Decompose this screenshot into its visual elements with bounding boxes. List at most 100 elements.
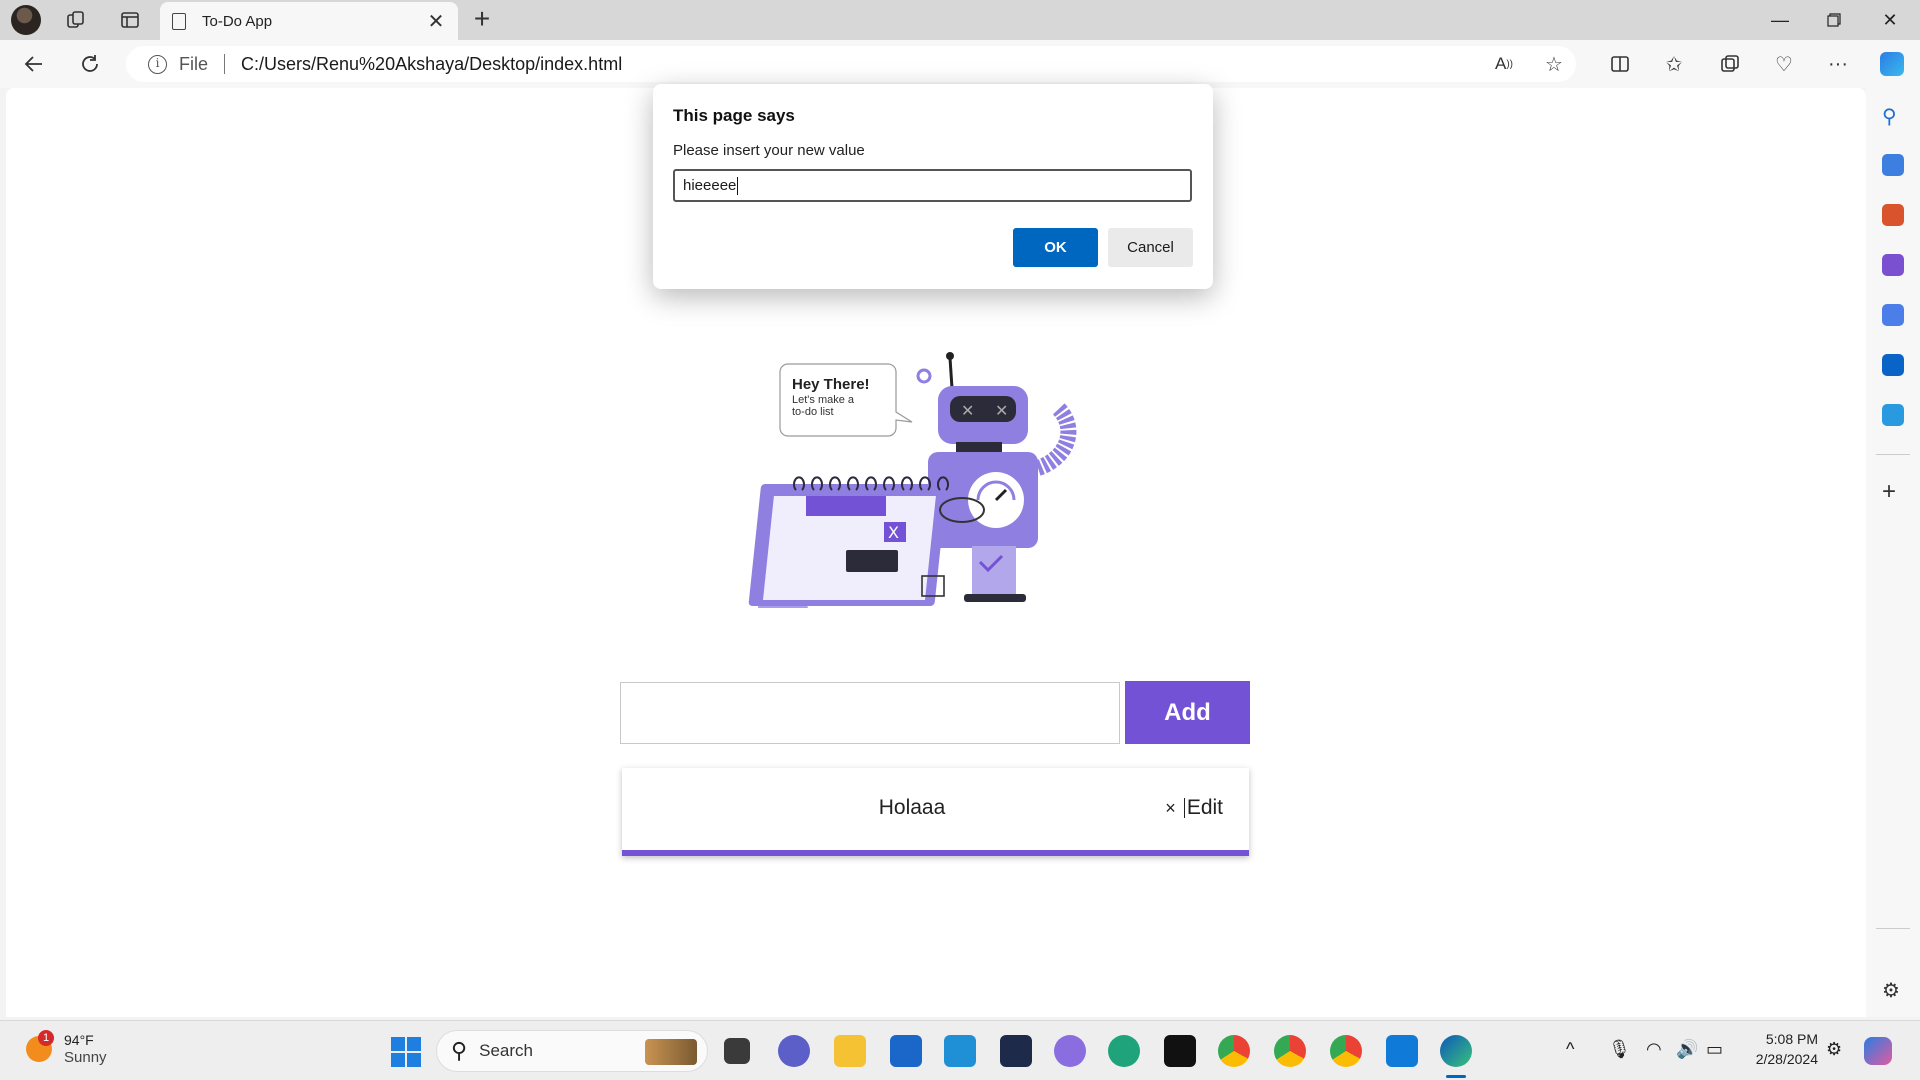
chrome-profile-r-icon[interactable]: [1274, 1035, 1306, 1067]
page-document-icon: [172, 12, 186, 30]
microsoft-store-icon[interactable]: [890, 1035, 922, 1067]
copilot-app-icon[interactable]: [1054, 1035, 1086, 1067]
active-app-indicator: [1446, 1075, 1466, 1078]
clock-time[interactable]: 5:08 PM: [1760, 1031, 1818, 1047]
dialog-message: Please insert your new value: [673, 142, 865, 159]
todo-item: Holaaa × Edit: [622, 768, 1249, 856]
sidebar-divider: [1876, 928, 1910, 929]
dialog-value-input[interactable]: hieeeee: [673, 169, 1192, 202]
robot-figure: ✕ ✕: [928, 352, 1077, 602]
sidebar-divider: [1876, 454, 1910, 455]
more-menu-icon[interactable]: ···: [1820, 48, 1856, 80]
edge-beta-icon[interactable]: [1108, 1035, 1140, 1067]
sidebar-shopping-icon[interactable]: [1882, 154, 1904, 176]
copilot-icon[interactable]: [1874, 48, 1910, 80]
bubble-line-1: Let's make a: [792, 394, 855, 406]
todo-item-actions: × Edit: [1165, 796, 1223, 820]
edge-icon[interactable]: [1440, 1035, 1472, 1067]
windows-taskbar: 1 94°F Sunny ⚲ Search ^ 🎙 ◠ 🔊 ▭ 5:08 PM …: [0, 1020, 1920, 1080]
favorites-icon[interactable]: ✩: [1656, 48, 1692, 80]
address-url[interactable]: C:/Users/Renu%20Akshaya/Desktop/index.ht…: [241, 54, 622, 75]
minimize-button[interactable]: —: [1752, 0, 1808, 40]
prompt-dialog: This page says Please insert your new va…: [653, 84, 1213, 289]
sidebar-tools-icon[interactable]: [1882, 204, 1904, 226]
address-scheme-label: File: [179, 53, 209, 74]
dialog-ok-button[interactable]: OK: [1013, 228, 1098, 267]
dialog-cancel-button[interactable]: Cancel: [1108, 228, 1193, 267]
robot-calendar-illustration: Hey There! Let's make a to-do list ✕ ✕ X: [748, 352, 1077, 608]
dialog-title: This page says: [673, 106, 795, 125]
browser-tab-strip: To-Do App ✕ + — ✕: [0, 0, 1920, 40]
edit-todo-button[interactable]: Edit: [1187, 796, 1223, 820]
sidebar-m365-icon[interactable]: [1882, 304, 1904, 326]
edge-sidebar: ⚲ + ⚙: [1866, 88, 1920, 1017]
vertical-tabs-icon[interactable]: [112, 4, 148, 36]
weather-badge: 1: [38, 1030, 54, 1046]
dialog-input-text: hieeeee: [683, 177, 737, 194]
gear-icon: [916, 368, 932, 384]
svg-text:X: X: [888, 523, 899, 542]
favorite-star-icon[interactable]: ☆: [1536, 48, 1572, 80]
task-view-icon[interactable]: [724, 1038, 750, 1064]
refresh-icon[interactable]: [72, 48, 108, 80]
volume-icon[interactable]: 🔊: [1676, 1039, 1698, 1060]
weather-temperature: 94°F: [64, 1032, 94, 1048]
teams-chat-icon[interactable]: [778, 1035, 810, 1067]
remote-desktop-icon[interactable]: [944, 1035, 976, 1067]
todo-input[interactable]: [620, 682, 1120, 744]
svg-text:✕: ✕: [961, 401, 974, 420]
back-icon[interactable]: [16, 48, 52, 80]
todo-item-text: Holaaa: [878, 796, 946, 819]
tab-todo-app[interactable]: To-Do App ✕: [160, 2, 458, 40]
split-screen-icon[interactable]: [1602, 48, 1638, 80]
bubble-line-2: to-do list: [792, 406, 834, 418]
file-explorer-icon[interactable]: [834, 1035, 866, 1067]
address-divider: [224, 54, 226, 74]
battery-icon[interactable]: ▭: [1706, 1039, 1723, 1060]
read-aloud-icon[interactable]: A)): [1486, 48, 1522, 80]
restore-button[interactable]: [1806, 0, 1862, 40]
browser-essentials-icon[interactable]: ♡: [1766, 48, 1802, 80]
sidebar-outlook-icon[interactable]: [1882, 354, 1904, 376]
netflix-icon[interactable]: [1164, 1035, 1196, 1067]
delete-todo-button[interactable]: ×: [1165, 798, 1176, 819]
sidebar-send-icon[interactable]: [1882, 404, 1904, 426]
chrome-icon[interactable]: [1218, 1035, 1250, 1067]
workspaces-icon[interactable]: [58, 4, 94, 36]
vscode-icon[interactable]: [1386, 1035, 1418, 1067]
taskbar-search-box[interactable]: ⚲ Search: [436, 1030, 708, 1072]
dev-home-icon[interactable]: [1000, 1035, 1032, 1067]
sun-icon: 1: [26, 1030, 54, 1062]
start-windows-icon[interactable]: [391, 1037, 421, 1067]
weather-widget[interactable]: 1 94°F Sunny: [26, 1030, 107, 1067]
address-bar[interactable]: i File C:/Users/Renu%20Akshaya/Desktop/i…: [126, 46, 1576, 82]
close-tab-icon[interactable]: ✕: [426, 9, 446, 34]
chrome-profile-icon[interactable]: [1330, 1035, 1362, 1067]
taskbar-search-label: Search: [479, 1041, 533, 1060]
close-window-button[interactable]: ✕: [1862, 0, 1918, 40]
text-caret: [737, 176, 739, 195]
sidebar-games-icon[interactable]: [1882, 254, 1904, 276]
microphone-icon[interactable]: 🎙: [1608, 1039, 1631, 1060]
add-button[interactable]: Add: [1125, 681, 1250, 744]
copilot-preview-icon[interactable]: [1864, 1037, 1892, 1065]
show-hidden-icons-chevron-icon[interactable]: ^: [1566, 1039, 1574, 1060]
bubble-title: Hey There!: [792, 376, 870, 393]
focus-assist-icon[interactable]: ⚙: [1826, 1039, 1842, 1060]
wifi-icon[interactable]: ◠: [1646, 1039, 1662, 1060]
sidebar-add-icon[interactable]: +: [1882, 480, 1904, 504]
svg-text:✕: ✕: [995, 401, 1008, 420]
speech-bubble: Hey There! Let's make a to-do list: [779, 363, 913, 437]
collections-icon[interactable]: [1712, 48, 1748, 80]
sidebar-settings-icon[interactable]: ⚙: [1882, 978, 1904, 1002]
profile-avatar-icon[interactable]: [8, 4, 44, 36]
site-info-icon[interactable]: i: [148, 54, 167, 74]
tab-title: To-Do App: [202, 12, 273, 30]
clock-date[interactable]: 2/28/2024: [1744, 1051, 1818, 1067]
new-tab-button[interactable]: +: [466, 4, 498, 36]
browser-toolbar: i File C:/Users/Renu%20Akshaya/Desktop/i…: [0, 40, 1920, 88]
sidebar-search-icon[interactable]: ⚲: [1882, 104, 1904, 128]
search-highlight-image: [645, 1039, 697, 1065]
search-icon: ⚲: [451, 1038, 468, 1063]
weather-condition: Sunny: [64, 1049, 107, 1066]
